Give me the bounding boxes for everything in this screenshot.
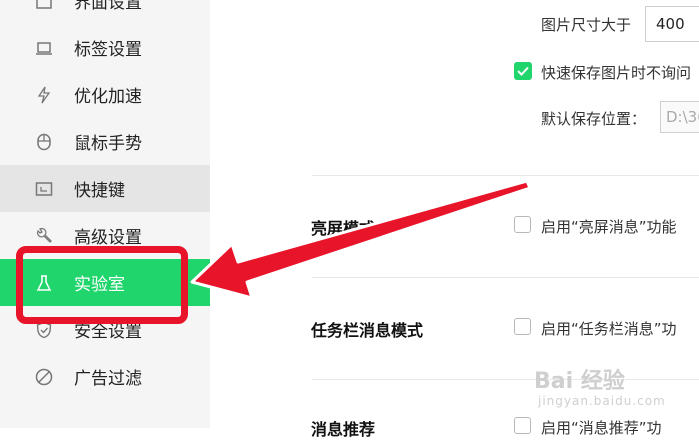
watermark-url: jingyan.baidu.com [538,394,666,408]
watermark-logo: Bai 经验 [534,369,625,394]
